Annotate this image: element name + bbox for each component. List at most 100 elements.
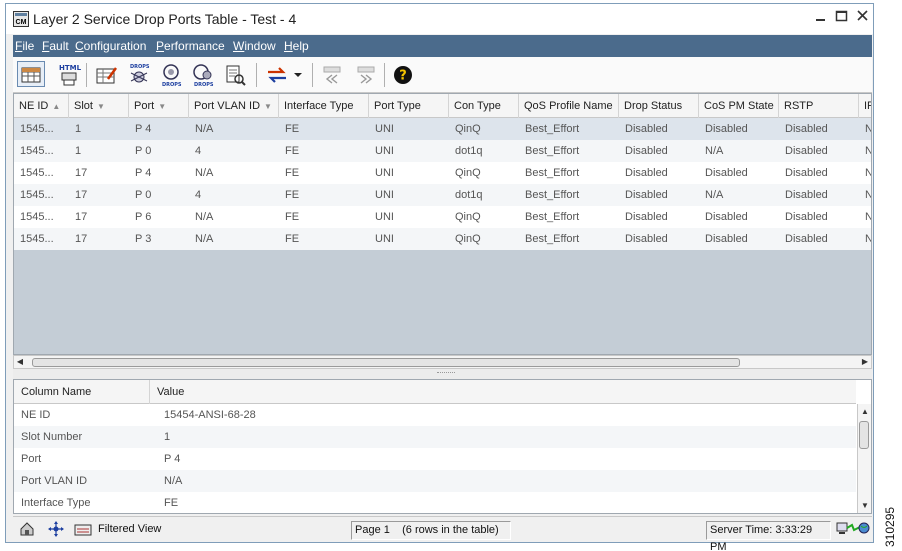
table-cell: FE (285, 189, 300, 201)
column-header[interactable]: NE ID ▲ (14, 94, 69, 118)
menu-configuration[interactable]: Configuration (75, 39, 146, 53)
sort-descending-icon[interactable]: ▼ (264, 102, 272, 111)
details-row[interactable]: Interface Type FE (14, 492, 856, 513)
filter-icon[interactable] (71, 521, 92, 540)
menu-performance[interactable]: Performance (156, 39, 225, 53)
column-header[interactable]: Interface Type (279, 94, 369, 118)
toolbar-separator (86, 63, 87, 87)
navigate-icon[interactable] (44, 521, 65, 540)
column-header[interactable]: Port Type (369, 94, 449, 118)
details-row[interactable]: Port VLAN ID N/A (14, 470, 856, 492)
column-header[interactable]: Con Type (449, 94, 519, 118)
sort-descending-icon[interactable]: ▼ (97, 102, 105, 111)
table-cell: Best_Effort (525, 211, 580, 223)
table-cell: Best_Effort (525, 145, 580, 157)
column-header-label: QoS Profile Name (524, 100, 613, 112)
page-number: Page 1 (355, 524, 390, 536)
column-header[interactable]: Slot ▼ (69, 94, 129, 118)
menu-file[interactable]: File (15, 39, 34, 53)
table-row[interactable]: 1545... 17 P 6 N/A FE UNI QinQ Best_Effort Disab… (14, 206, 871, 228)
table-cell: N (859, 206, 871, 228)
main-window: CM Layer 2 Service Drop Ports Table - Te… (5, 3, 874, 551)
column-header[interactable]: RSTP (779, 94, 859, 118)
column-header-label: IP (864, 100, 871, 112)
table-cell: N (859, 184, 871, 206)
table-cell: UNI (375, 123, 394, 135)
table-cell: N/A (195, 167, 214, 179)
sort-descending-icon[interactable]: ▼ (158, 102, 166, 111)
column-header-label: CoS PM State (704, 100, 774, 112)
table-row[interactable]: 1545... 1 P 0 4 FE UNI dot1q Best_Effort Disable… (14, 140, 871, 162)
refresh-arrows-icon[interactable] (263, 62, 291, 88)
splitter-grip[interactable] (437, 372, 455, 375)
column-header[interactable]: Drop Status (619, 94, 699, 118)
minimize-icon[interactable] (812, 9, 830, 27)
table-cell: N (859, 162, 871, 184)
table-cell: QinQ (455, 123, 481, 135)
drops-node-icon[interactable]: DROPS (125, 62, 153, 88)
server-time: Server Time: 3:33:29 PM (706, 521, 831, 551)
previous-page-icon[interactable] (318, 62, 346, 88)
details-header: Column Name Value (14, 380, 856, 404)
menu-fault[interactable]: Fault (42, 39, 69, 53)
details-row[interactable]: NE ID 15454-ANSI-68-28 (14, 404, 856, 426)
page-status: Page 1 (6 rows in the table) (351, 521, 511, 540)
table-cell: Disabled (785, 211, 828, 223)
ports-table: NE ID ▲ Slot ▼ Port ▼ Port VLAN ID ▼ Interface T… (13, 93, 872, 355)
window-title: Layer 2 Service Drop Ports Table - Test … (33, 11, 297, 27)
table-row[interactable]: 1545... 1 P 4 N/A FE UNI QinQ Best_Effort Disabl… (14, 118, 871, 140)
column-header[interactable]: QoS Profile Name (519, 94, 619, 118)
table-cell: N (859, 228, 871, 250)
table-view-icon[interactable] (17, 61, 45, 87)
column-header[interactable]: Port ▼ (129, 94, 189, 118)
details-value-cell: N/A (164, 475, 183, 487)
column-header[interactable]: IP (859, 94, 871, 118)
chevron-down-icon[interactable] (291, 62, 305, 88)
find-document-icon[interactable] (221, 62, 249, 88)
table-cell: FE (285, 167, 300, 179)
scroll-left-icon[interactable]: ◀ (14, 356, 26, 368)
horizontal-scrollbar[interactable]: ◀ ▶ (13, 355, 872, 369)
sort-ascending-icon[interactable]: ▲ (52, 102, 60, 111)
title-bar[interactable]: CM Layer 2 Service Drop Ports Table - Te… (6, 4, 873, 34)
svg-text:?: ? (399, 69, 407, 84)
html-export-icon[interactable]: HTML (55, 62, 83, 88)
help-icon[interactable]: ? (389, 62, 417, 88)
home-icon[interactable] (16, 521, 35, 540)
menu-window[interactable]: Window (233, 39, 276, 53)
column-header[interactable]: CoS PM State (699, 94, 779, 118)
table-cell: P 4 (135, 167, 152, 179)
table-row[interactable]: 1545... 17 P 3 N/A FE UNI QinQ Best_Effort Disab… (14, 228, 871, 250)
table-cell: UNI (375, 211, 394, 223)
edit-table-icon[interactable] (93, 62, 121, 88)
horizontal-scroll-thumb[interactable] (32, 358, 740, 367)
details-row[interactable]: Port P 4 (14, 448, 856, 470)
scroll-up-icon[interactable]: ▲ (859, 406, 871, 418)
table-cell: P 0 (135, 145, 152, 157)
table-cell: 4 (195, 189, 202, 201)
details-column-name-header[interactable]: Column Name (14, 380, 150, 404)
table-cell: QinQ (455, 211, 481, 223)
vertical-scroll-thumb[interactable] (859, 421, 869, 449)
pane-splitter[interactable] (13, 369, 872, 379)
drops-ring-icon[interactable]: DROPS (157, 62, 185, 88)
maximize-icon[interactable] (833, 9, 851, 27)
scroll-right-icon[interactable]: ▶ (859, 356, 871, 368)
table-cell: Disabled (785, 123, 828, 135)
menu-help[interactable]: Help (284, 39, 309, 53)
table-cell: 1 (75, 145, 82, 157)
next-page-icon[interactable] (352, 62, 380, 88)
drops-network-icon[interactable]: DROPS (189, 62, 217, 88)
close-icon[interactable] (854, 9, 872, 27)
table-cell: 17 (75, 167, 88, 179)
table-row[interactable]: 1545... 17 P 4 N/A FE UNI QinQ Best_Effort Disab… (14, 162, 871, 184)
table-cell: FE (285, 123, 300, 135)
scroll-down-icon[interactable]: ▼ (859, 500, 871, 512)
details-value-header[interactable]: Value (150, 380, 856, 404)
table-cell: 17 (75, 211, 88, 223)
column-header[interactable]: Port VLAN ID ▼ (189, 94, 279, 118)
details-row[interactable]: Slot Number 1 (14, 426, 856, 448)
column-header-label: Port Type (374, 100, 421, 112)
table-row[interactable]: 1545... 17 P 0 4 FE UNI dot1q Best_Effort Disabl… (14, 184, 871, 206)
vertical-scrollbar[interactable]: ▲ ▼ (857, 404, 871, 513)
